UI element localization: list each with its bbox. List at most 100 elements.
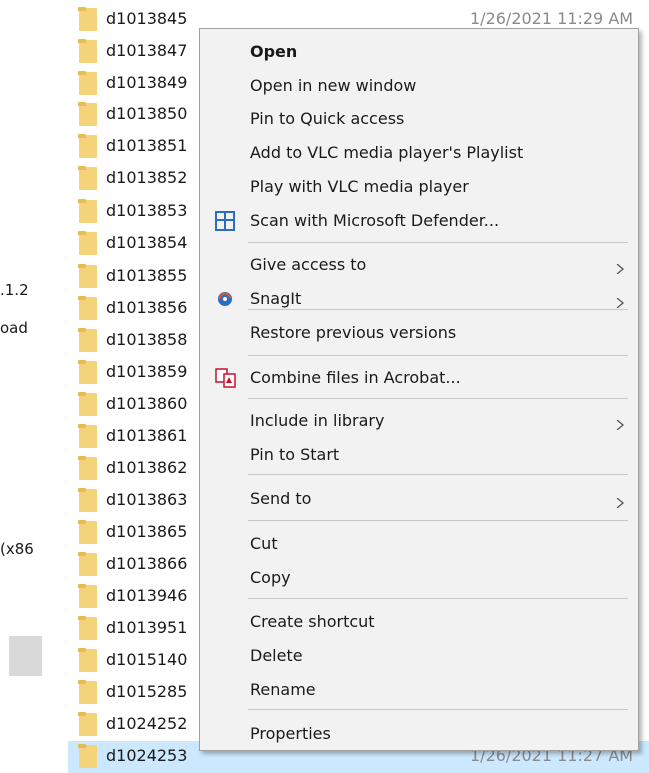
chevron-right-icon <box>615 259 625 275</box>
menu-item[interactable]: Properties <box>200 718 638 750</box>
menu-item[interactable]: Open <box>200 36 638 68</box>
folder-icon <box>78 456 97 480</box>
file-name: d1013855 <box>106 266 188 285</box>
chevron-right-icon <box>615 415 625 431</box>
folder-icon <box>78 71 97 95</box>
file-name: d1013859 <box>106 362 188 381</box>
folder-icon <box>78 231 97 255</box>
file-name: d1024252 <box>106 714 188 733</box>
nav-pane-item[interactable]: oad <box>0 319 28 337</box>
nav-pane-selected-block <box>9 636 42 676</box>
file-name: d1013850 <box>106 104 188 123</box>
file-name: d1015285 <box>106 682 188 701</box>
menu-item-label: Pin to Start <box>250 445 340 464</box>
file-name: d1013861 <box>106 426 188 445</box>
file-name: d1013854 <box>106 233 188 252</box>
menu-item-label: Send to <box>250 489 312 508</box>
menu-item[interactable]: Include in library <box>200 405 638 437</box>
menu-item[interactable]: Create shortcut <box>200 606 638 638</box>
file-name: d1013863 <box>106 490 188 509</box>
menu-separator <box>248 242 628 243</box>
menu-item-label: Pin to Quick access <box>250 109 405 128</box>
menu-item-label: Add to VLC media player's Playlist <box>250 143 524 162</box>
file-name: d1013865 <box>106 522 188 541</box>
file-name: d1013849 <box>106 73 188 92</box>
menu-item[interactable]: Copy <box>200 562 638 594</box>
folder-icon <box>78 166 97 190</box>
chevron-right-icon <box>615 293 625 309</box>
menu-item-label: Create shortcut <box>250 612 375 631</box>
folder-icon <box>78 552 97 576</box>
folder-icon <box>78 712 97 736</box>
menu-separator <box>248 709 628 710</box>
menu-separator <box>248 309 628 310</box>
chevron-right-icon <box>615 493 625 509</box>
menu-item[interactable]: Cut <box>200 528 638 560</box>
acrobat-combine-icon <box>215 368 236 388</box>
folder-icon <box>78 584 97 608</box>
folder-icon <box>78 296 97 320</box>
menu-item[interactable]: Open in new window <box>200 70 638 102</box>
menu-item-label: Restore previous versions <box>250 323 457 342</box>
nav-pane-item[interactable]: .1.2 <box>0 281 29 299</box>
menu-item[interactable]: Restore previous versions <box>200 317 638 349</box>
file-name: d1013860 <box>106 394 188 413</box>
file-name: d1013851 <box>106 136 188 155</box>
file-name: d1013856 <box>106 298 188 317</box>
folder-icon <box>78 648 97 672</box>
menu-item-label: Rename <box>250 680 316 699</box>
menu-item[interactable]: Give access to <box>200 249 638 281</box>
folder-icon <box>78 264 97 288</box>
menu-item[interactable]: Combine files in Acrobat... <box>200 362 638 394</box>
file-name: d1013853 <box>106 201 188 220</box>
menu-separator <box>248 598 628 599</box>
menu-item[interactable]: Rename <box>200 674 638 706</box>
folder-icon <box>78 39 97 63</box>
file-name: d1013946 <box>106 586 188 605</box>
folder-icon <box>78 328 97 352</box>
folder-icon <box>78 488 97 512</box>
menu-item[interactable]: Play with VLC media player <box>200 171 638 203</box>
folder-icon <box>78 520 97 544</box>
menu-separator <box>248 355 628 356</box>
file-date-modified: 1/26/2021 11:29 AM <box>470 9 634 28</box>
menu-item-label: Combine files in Acrobat... <box>250 368 461 387</box>
menu-item-label: Open in new window <box>250 76 417 95</box>
microsoft-defender-icon <box>215 211 235 231</box>
folder-icon <box>78 102 97 126</box>
menu-item[interactable]: SnagIt <box>200 283 638 315</box>
menu-item[interactable]: Scan with Microsoft Defender... <box>200 205 638 237</box>
file-name: d1013845 <box>106 9 188 28</box>
menu-item[interactable]: Delete <box>200 640 638 672</box>
menu-item[interactable]: Send to <box>200 483 638 515</box>
folder-icon <box>78 424 97 448</box>
nav-pane-item[interactable]: (x86 <box>0 540 34 558</box>
file-name: d1013866 <box>106 554 188 573</box>
folder-icon <box>78 7 97 31</box>
menu-separator <box>248 520 628 521</box>
menu-item-label: Properties <box>250 724 331 743</box>
snagit-icon <box>215 289 235 309</box>
menu-separator <box>248 474 628 475</box>
file-name: d1013852 <box>106 168 188 187</box>
menu-item-label: Open <box>250 42 298 61</box>
menu-item-label: Cut <box>250 534 278 553</box>
menu-item-label: Copy <box>250 568 291 587</box>
menu-item[interactable]: Add to VLC media player's Playlist <box>200 137 638 169</box>
menu-item[interactable]: Pin to Start <box>200 439 638 471</box>
folder-icon <box>78 134 97 158</box>
context-menu: Open Open in new window Pin to Quick acces… <box>199 28 639 751</box>
menu-item-label: Give access to <box>250 255 367 274</box>
folder-icon <box>78 680 97 704</box>
file-name: d1013951 <box>106 618 188 637</box>
menu-item[interactable]: Pin to Quick access <box>200 103 638 135</box>
file-name: d1013862 <box>106 458 188 477</box>
menu-item-label: SnagIt <box>250 289 302 308</box>
menu-separator <box>248 398 628 399</box>
menu-item-label: Scan with Microsoft Defender... <box>250 211 500 230</box>
menu-item-label: Include in library <box>250 411 385 430</box>
folder-icon <box>78 616 97 640</box>
folder-icon <box>78 199 97 223</box>
file-name: d1013847 <box>106 41 188 60</box>
file-name: d1024253 <box>106 746 188 765</box>
